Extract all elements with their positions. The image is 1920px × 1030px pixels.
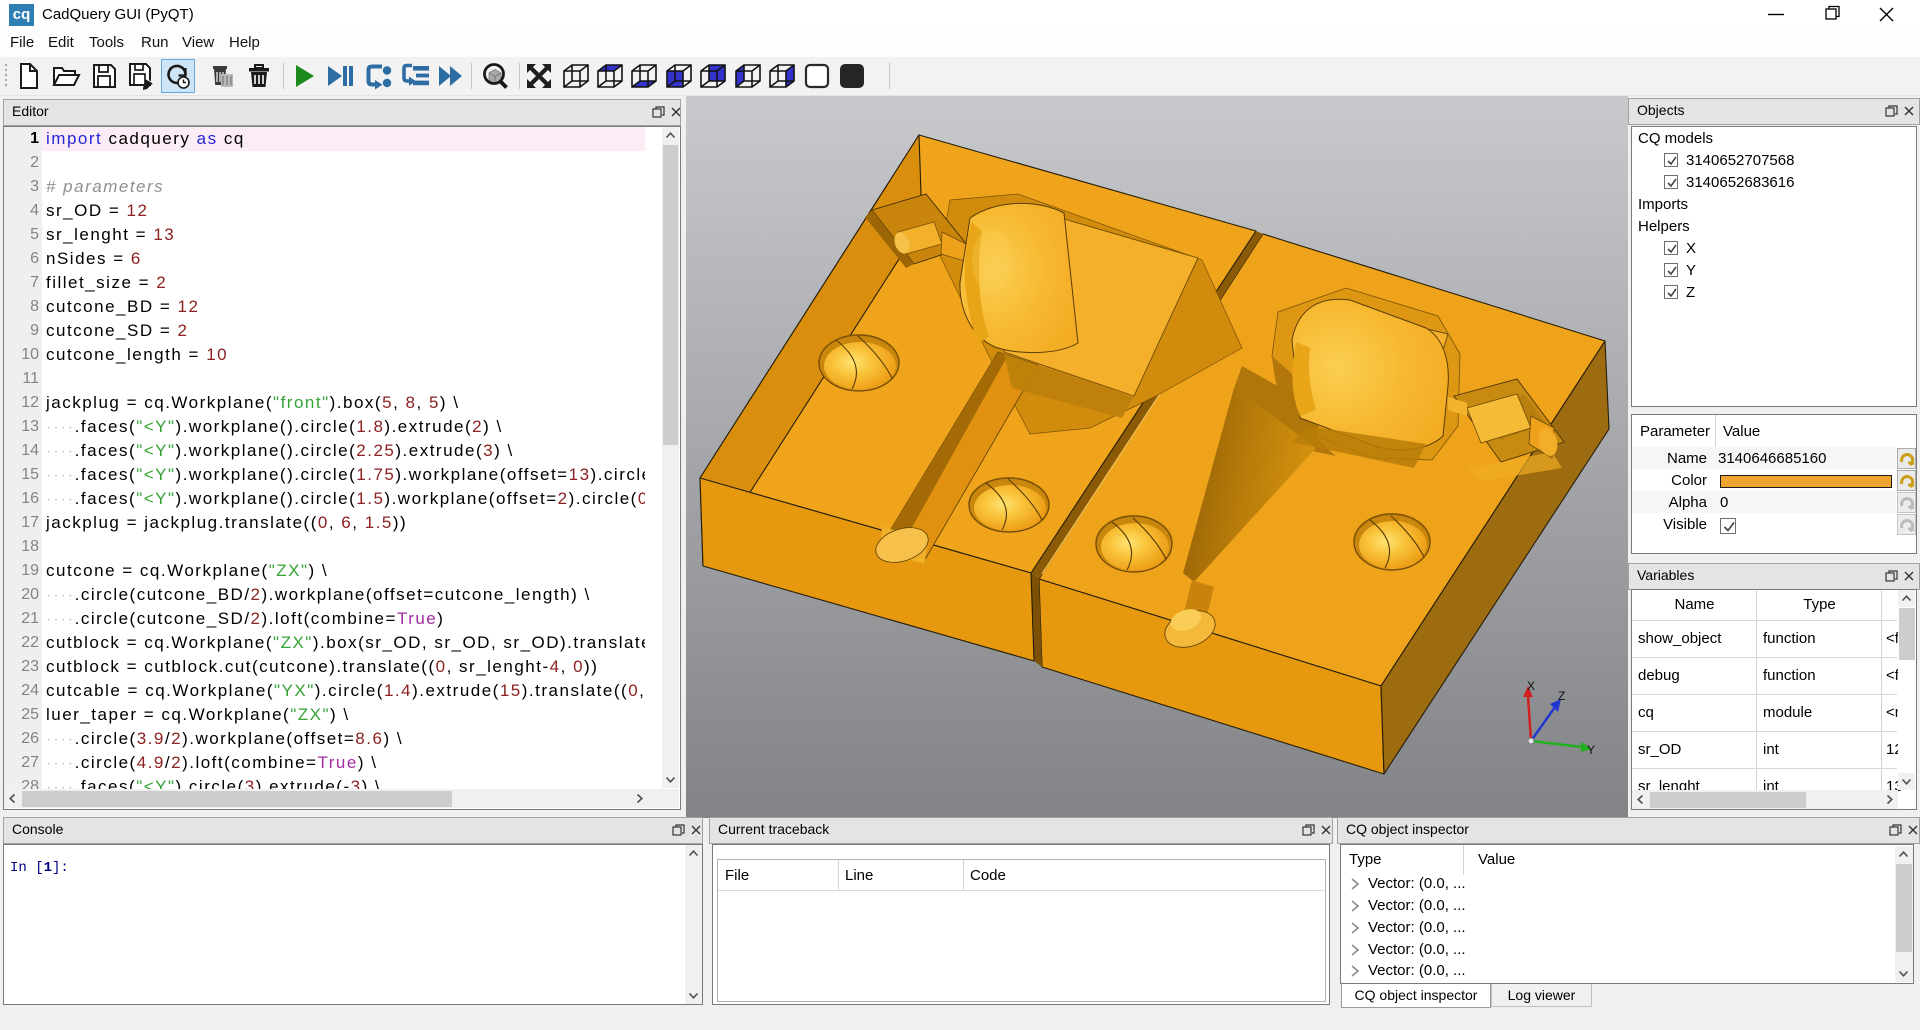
- svg-text:X: X: [1527, 679, 1535, 693]
- svg-text:Z: Z: [1558, 689, 1565, 703]
- svg-text:Y: Y: [1587, 743, 1595, 757]
